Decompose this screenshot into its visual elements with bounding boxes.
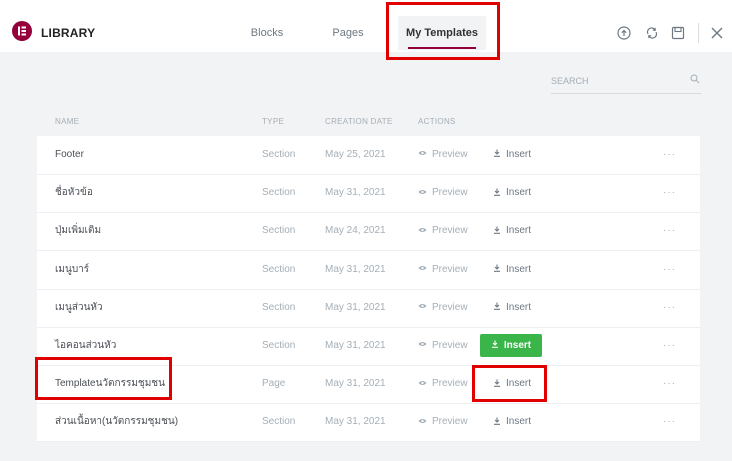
eye-icon xyxy=(418,149,432,160)
template-date: May 31, 2021 xyxy=(325,187,386,199)
insert-button[interactable]: Insert xyxy=(493,403,531,441)
sync-icon[interactable] xyxy=(645,26,659,40)
preview-label: Preview xyxy=(432,225,468,237)
more-options-icon[interactable]: ··· xyxy=(663,136,676,174)
template-name: Footer xyxy=(55,149,84,160)
insert-label: Insert xyxy=(506,301,532,313)
more-options-icon[interactable]: ··· xyxy=(663,212,676,250)
eye-icon xyxy=(418,187,432,198)
table-row: Footer Section May 25, 2021 Preview Insert ··… xyxy=(37,136,700,175)
preview-label: Preview xyxy=(432,416,468,428)
template-type: Section xyxy=(262,187,296,199)
table-row: เมนูบาร์ Section May 31, 2021 Preview Insert… xyxy=(37,251,700,290)
template-type: Section xyxy=(262,225,296,237)
template-type: Section xyxy=(262,416,296,428)
more-options-icon[interactable]: ··· xyxy=(663,365,676,403)
library-title: LIBRARY xyxy=(41,26,96,40)
column-header-creation-date: CREATION DATE xyxy=(325,117,393,126)
column-header-name: NAME xyxy=(55,117,80,126)
eye-icon xyxy=(418,340,432,351)
more-options-icon[interactable]: ··· xyxy=(663,403,676,441)
table-row: เมนูส่วนหัว Section May 31, 2021 Preview Ins… xyxy=(37,289,700,328)
search-box[interactable] xyxy=(551,71,701,94)
template-date: May 31, 2021 xyxy=(325,416,386,428)
eye-icon xyxy=(418,416,432,427)
template-type: Section xyxy=(262,263,296,275)
insert-button[interactable]: Insert xyxy=(480,334,542,357)
insert-button[interactable]: Insert xyxy=(493,136,531,174)
eye-icon xyxy=(418,225,432,236)
preview-button[interactable]: Preview xyxy=(418,327,468,365)
highlight-insert-action xyxy=(472,365,547,402)
preview-button[interactable]: Preview xyxy=(418,212,468,250)
more-options-icon[interactable]: ··· xyxy=(663,289,676,327)
insert-button[interactable]: Insert xyxy=(493,251,531,289)
insert-button[interactable]: Insert xyxy=(493,212,531,250)
search-input[interactable] xyxy=(551,71,681,91)
template-name: เมนูบาร์ xyxy=(55,263,90,275)
template-type: Section xyxy=(262,340,296,351)
preview-button[interactable]: Preview xyxy=(418,251,468,289)
preview-label: Preview xyxy=(432,340,468,351)
insert-label: Insert xyxy=(506,263,532,275)
header-separator xyxy=(698,23,699,43)
tab-blocks[interactable]: Blocks xyxy=(246,16,288,50)
preview-label: Preview xyxy=(432,149,468,160)
insert-label: Insert xyxy=(503,340,532,351)
preview-button[interactable]: Preview xyxy=(418,136,468,174)
preview-button[interactable]: Preview xyxy=(418,403,468,441)
template-date: May 24, 2021 xyxy=(325,225,386,237)
save-icon[interactable] xyxy=(671,26,685,40)
insert-button[interactable]: Insert xyxy=(493,289,531,327)
preview-button[interactable]: Preview xyxy=(418,289,468,327)
insert-label: Insert xyxy=(506,187,532,199)
library-header: LIBRARY Blocks Pages My Templates xyxy=(0,0,732,52)
template-date: May 31, 2021 xyxy=(325,378,386,390)
more-options-icon[interactable]: ··· xyxy=(663,174,676,212)
close-icon[interactable] xyxy=(710,26,724,40)
template-name: ปุ่มเพิ่มเติม xyxy=(55,225,102,237)
upload-icon[interactable] xyxy=(617,26,631,40)
template-name: ชื่อหัวข้อ xyxy=(55,187,93,199)
column-header-type: TYPE xyxy=(262,117,285,126)
template-type: Section xyxy=(262,301,296,313)
highlight-my-templates-tab xyxy=(386,2,500,60)
template-type: Section xyxy=(262,149,296,160)
table-row: ส่วนเนื้อหา(นวัตกรรมชุมชน) Section May 31,… xyxy=(37,403,700,443)
preview-label: Preview xyxy=(432,263,468,275)
eye-icon xyxy=(418,264,432,275)
insert-button[interactable]: Insert xyxy=(493,174,531,212)
template-type: Page xyxy=(262,378,286,390)
more-options-icon[interactable]: ··· xyxy=(663,327,676,365)
template-name: เมนูส่วนหัว xyxy=(55,301,103,313)
table-row: ชื่อหัวข้อ Section May 31, 2021 Preview Inse… xyxy=(37,174,700,214)
highlight-template-name xyxy=(35,357,172,400)
eye-icon xyxy=(418,302,432,313)
template-name: ส่วนเนื้อหา(นวัตกรรมชุมชน) xyxy=(55,416,179,428)
more-options-icon[interactable]: ··· xyxy=(663,251,676,289)
preview-button[interactable]: Preview xyxy=(418,365,468,403)
column-header-actions: ACTIONS xyxy=(418,117,456,126)
search-icon[interactable] xyxy=(690,74,700,84)
tab-pages[interactable]: Pages xyxy=(320,16,376,50)
elementor-logo-icon xyxy=(12,21,32,41)
template-date: May 31, 2021 xyxy=(325,301,386,313)
template-date: May 25, 2021 xyxy=(325,149,386,160)
insert-label: Insert xyxy=(506,225,532,237)
preview-button[interactable]: Preview xyxy=(418,174,468,212)
table-row: ปุ่มเพิ่มเติม Section May 24, 2021 Preview I… xyxy=(37,212,700,252)
preview-label: Preview xyxy=(432,378,468,390)
preview-label: Preview xyxy=(432,187,468,199)
insert-label: Insert xyxy=(506,149,532,160)
template-date: May 31, 2021 xyxy=(325,340,386,351)
insert-label: Insert xyxy=(506,416,532,428)
preview-label: Preview xyxy=(432,301,468,313)
eye-icon xyxy=(418,378,432,389)
template-date: May 31, 2021 xyxy=(325,263,386,275)
